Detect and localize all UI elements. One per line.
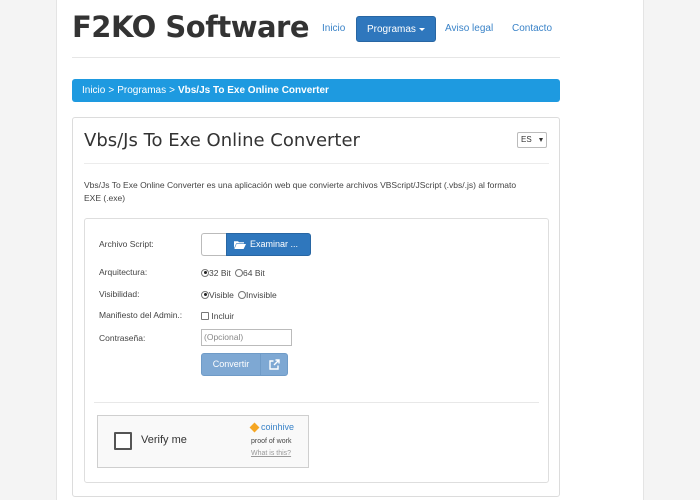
arch-option-64[interactable]: 64 Bit [235, 267, 265, 278]
file-name-display[interactable] [201, 233, 227, 256]
nav-contacto[interactable]: Contacto [512, 16, 552, 42]
convert-button[interactable]: Convertir [201, 353, 261, 376]
header-divider [72, 57, 560, 58]
captcha-widget: Verify me coinhive proof of work What is… [97, 415, 309, 468]
vis-option-invisible[interactable]: Invisible [238, 289, 277, 300]
dropdown-arrow-icon [539, 138, 543, 142]
external-link-icon [269, 359, 280, 370]
open-external-button[interactable] [260, 353, 288, 376]
language-select[interactable]: ES [517, 132, 547, 148]
admin-include-option[interactable]: Incluir [201, 310, 234, 321]
captcha-checkbox[interactable] [114, 432, 132, 450]
vis-option-label: Invisible [246, 289, 277, 300]
admin-include-label: Incluir [211, 310, 235, 321]
arch-option-32[interactable]: 32 Bit [201, 267, 231, 278]
captcha-proof-text: proof of work [251, 438, 292, 445]
coinhive-brand: coinhive [261, 422, 295, 432]
breadcrumb-separator: > [108, 85, 115, 96]
breadcrumb-current: Vbs/Js To Exe Online Converter [177, 85, 329, 96]
nav-inicio[interactable]: Inicio [322, 16, 345, 42]
vis-option-visible[interactable]: Visible [201, 289, 234, 300]
radio-invisible[interactable] [238, 290, 246, 299]
script-label: Archivo Script: [99, 239, 154, 249]
captcha-what-link[interactable]: What is this? [251, 450, 291, 457]
breadcrumb-home[interactable]: Inicio [82, 85, 105, 96]
password-input[interactable]: (Opcional) [201, 329, 292, 346]
visibility-label: Visibilidad: [99, 289, 140, 299]
nav-aviso-legal[interactable]: Aviso legal [445, 16, 493, 42]
coinhive-hex-icon [249, 422, 260, 433]
admin-manifest-label: Manifiesto del Admin.: [99, 310, 183, 320]
form-divider [94, 402, 539, 403]
captcha-verify-label: Verify me [141, 434, 187, 446]
browse-label: Examinar ... [250, 239, 299, 249]
breadcrumb-separator: > [169, 85, 175, 96]
browse-button[interactable]: Examinar ... [226, 233, 311, 256]
arch-option-label: 64 Bit [243, 267, 265, 278]
description: Vbs/Js To Exe Online Converter es una ap… [84, 180, 517, 203]
radio-32bit[interactable] [201, 268, 209, 277]
page-title: Vbs/Js To Exe Online Converter [84, 130, 360, 151]
vis-option-label: Visible [209, 289, 234, 300]
converter-panel: Vbs/Js To Exe Online Converter ES Vbs/Js… [72, 117, 560, 497]
breadcrumb-section[interactable]: Programas [117, 85, 166, 96]
admin-include-checkbox[interactable] [201, 311, 209, 320]
title-divider [84, 163, 549, 164]
caret-down-icon [418, 27, 425, 31]
breadcrumb: Inicio > Programas > Vbs/Js To Exe Online Co… [72, 79, 560, 102]
nav-programas[interactable]: Programas [356, 16, 436, 42]
radio-64bit[interactable] [235, 268, 243, 277]
password-label: Contraseña: [99, 333, 146, 343]
brand-logo[interactable]: F2KO Software [72, 10, 310, 44]
language-value: ES [521, 135, 532, 144]
radio-visible[interactable] [201, 290, 209, 299]
folder-open-icon [234, 241, 246, 250]
nav-programas-label: Programas [367, 24, 416, 35]
coinhive-logo: coinhive [249, 422, 295, 433]
arch-label: Arquitectura: [99, 267, 148, 277]
arch-option-label: 32 Bit [209, 267, 231, 278]
converter-form: Archivo Script: Examinar ... Arquitectur… [84, 218, 549, 483]
